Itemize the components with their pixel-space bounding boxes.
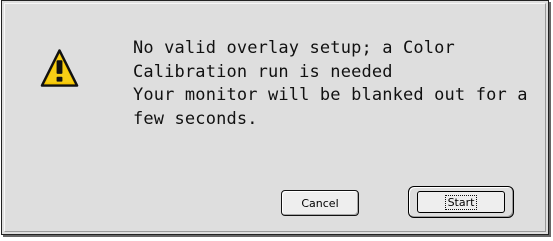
message-line-2: Calibration run is needed <box>133 61 393 82</box>
start-button-label: Start <box>444 194 478 210</box>
message-line-4: few seconds. <box>133 108 258 129</box>
cancel-button-label: Cancel <box>301 196 339 210</box>
start-button-default-ring: Start <box>417 191 505 213</box>
alert-message: No valid overlay setup; a Color Calibrat… <box>133 37 528 131</box>
caution-icon <box>40 49 79 87</box>
screen: No valid overlay setup; a Color Calibrat… <box>0 0 553 241</box>
alert-dialog: No valid overlay setup; a Color Calibrat… <box>1 0 549 235</box>
start-button[interactable]: Start <box>408 186 514 218</box>
cancel-button[interactable]: Cancel <box>281 190 359 216</box>
message-line-3: Your monitor will be blanked out for a <box>133 85 528 105</box>
message-line-1: No valid overlay setup; a Color <box>133 38 455 58</box>
